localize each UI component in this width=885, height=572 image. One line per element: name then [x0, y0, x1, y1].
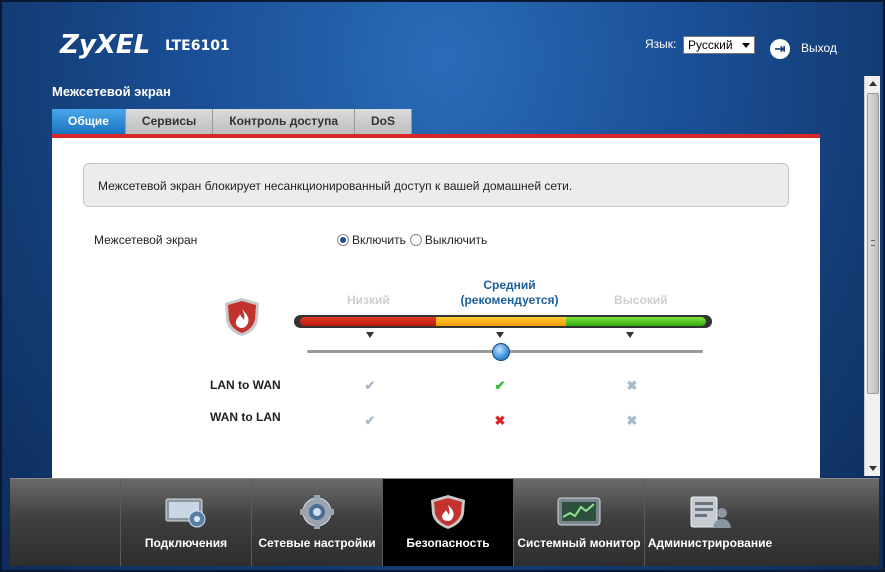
scroll-down-icon[interactable]: [869, 466, 877, 471]
bar-segment-mid: [436, 317, 566, 326]
chevron-down-icon: [742, 43, 750, 48]
language-label: Язык:: [645, 37, 677, 51]
disable-label[interactable]: Выключить: [425, 233, 487, 247]
lan-wan-low-check-icon: ✔: [364, 378, 376, 393]
nav-label-network: Сетевые настройки: [258, 536, 376, 550]
info-message: Межсетевой экран блокирует несанкциониро…: [83, 163, 789, 207]
nav-item-network[interactable]: Сетевые настройки: [251, 479, 382, 566]
nav-item-monitor[interactable]: Системный монитор: [513, 479, 644, 566]
bar-segment-high: [566, 317, 706, 326]
monitor-icon: [557, 497, 601, 526]
security-shield-icon: [225, 298, 259, 336]
shield-icon: [431, 495, 465, 529]
logout-icon[interactable]: ⇥: [770, 39, 790, 59]
tab-bar: Общие Сервисы Контроль доступа DoS: [52, 109, 412, 134]
scroll-thumb[interactable]: [867, 93, 879, 394]
brand-logo: ZyXEL: [60, 30, 151, 60]
window-frame: ZyXEL LTE6101 Язык: Русский ⇥ Выход Межс…: [0, 0, 885, 572]
wan-lan-low-check-icon: ✔: [364, 413, 376, 428]
level-mid-line2: (рекомендуется): [460, 293, 559, 307]
firewall-label: Межсетевой экран: [94, 233, 198, 247]
level-low-label[interactable]: Низкий: [347, 293, 390, 307]
logout-button[interactable]: Выход: [801, 41, 837, 55]
page-title: Межсетевой экран: [52, 84, 171, 99]
firewall-toggle: Включить Выключить: [337, 233, 491, 247]
scroll-up-icon[interactable]: [869, 81, 877, 86]
nav-label-connections: Подключения: [144, 536, 228, 550]
lan-wan-mid-check-icon: ✔: [494, 378, 506, 393]
nav-item-security[interactable]: Безопасность: [382, 479, 513, 566]
gear-icon: [300, 495, 334, 529]
bottom-nav: Подключения Сетевые настройки Безопаснос…: [10, 478, 879, 566]
level-high-label[interactable]: Высокий: [614, 293, 668, 307]
nav-label-monitor: Системный монитор: [517, 536, 641, 550]
connections-icon: [165, 498, 206, 528]
model-name: LTE6101: [165, 38, 230, 54]
enable-radio[interactable]: [337, 234, 349, 246]
tick-low-icon: [366, 332, 374, 338]
nav-item-admin[interactable]: Администрирование: [644, 479, 775, 566]
level-mid-label[interactable]: Средний (рекомендуется): [452, 278, 567, 308]
language-value: Русский: [688, 38, 733, 52]
level-mid-line1: Средний: [483, 278, 536, 292]
language-select[interactable]: Русский: [683, 36, 755, 54]
nav-label-security: Безопасность: [406, 536, 490, 550]
nav-item-connections[interactable]: Подключения: [120, 479, 251, 566]
page-scrollbar[interactable]: [864, 76, 880, 476]
tab-services[interactable]: Сервисы: [125, 109, 214, 134]
tab-general[interactable]: Общие: [52, 109, 126, 134]
security-level-bar: [294, 315, 712, 328]
row-label-wan-lan: WAN to LAN: [210, 410, 281, 424]
content-panel: Межсетевой экран блокирует несанкциониро…: [52, 138, 820, 478]
wan-lan-mid-cross-icon: ✖: [494, 413, 506, 428]
header: ZyXEL LTE6101 Язык: Русский ⇥ Выход: [2, 2, 883, 78]
admin-icon: [690, 496, 731, 528]
lan-wan-high-cross-icon: ✖: [626, 378, 638, 393]
tick-high-icon: [626, 332, 634, 338]
wan-lan-high-cross-icon: ✖: [626, 413, 638, 428]
bar-segment-low: [300, 317, 436, 326]
disable-radio[interactable]: [409, 234, 422, 246]
level-slider-handle[interactable]: [492, 343, 510, 361]
enable-label[interactable]: Включить: [352, 233, 406, 247]
tab-dos[interactable]: DoS: [355, 109, 412, 134]
row-label-lan-wan: LAN to WAN: [210, 378, 281, 392]
nav-label-admin: Администрирование: [647, 536, 773, 550]
tab-access-control[interactable]: Контроль доступа: [213, 109, 355, 134]
tick-mid-icon: [496, 332, 504, 338]
